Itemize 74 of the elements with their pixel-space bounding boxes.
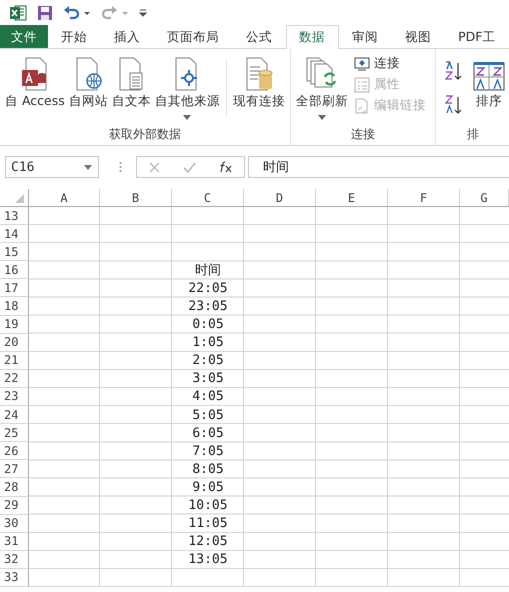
group-label: 连接 — [350, 126, 376, 143]
row-header[interactable]: 19 — [0, 316, 29, 334]
table-cell: 8:05 — [192, 462, 224, 477]
excel-logo-icon[interactable] — [9, 4, 27, 22]
check-icon[interactable] — [182, 162, 196, 172]
group-label: 排 — [466, 126, 480, 143]
row-header[interactable]: 17 — [0, 279, 29, 298]
sort-descending-icon[interactable] — [444, 95, 463, 115]
column-header[interactable]: B — [100, 189, 172, 206]
table-cell: 4:05 — [192, 389, 224, 404]
column-header[interactable]: C — [172, 189, 244, 206]
row-header[interactable]: 15 — [0, 243, 29, 262]
row-header[interactable]: 27 — [0, 460, 29, 478]
connection-icon — [354, 56, 370, 70]
undo-icon[interactable] — [63, 4, 91, 20]
table-cell: 6:05 — [192, 426, 224, 441]
dropdown-arrow-icon[interactable] — [84, 164, 92, 170]
row-header[interactable]: 28 — [0, 478, 29, 496]
column-header[interactable]: E — [316, 189, 388, 206]
ribbon-tab[interactable]: 审阅 — [338, 25, 392, 48]
row-header[interactable]: 16 — [0, 261, 29, 280]
save-icon[interactable] — [37, 4, 53, 20]
customize-icon[interactable] — [139, 8, 147, 18]
ribbon-tab[interactable]: 数据 — [286, 25, 339, 49]
row-header[interactable]: 29 — [0, 496, 29, 515]
ribbon-tab[interactable]: 视图 — [392, 25, 445, 48]
column-header[interactable]: D — [244, 189, 316, 206]
name-box[interactable]: C16 — [5, 156, 99, 178]
table-cell: 2:05 — [192, 353, 224, 368]
ribbon-tab[interactable]: 页面布局 — [154, 25, 233, 48]
table-cell: 22:05 — [188, 280, 228, 296]
row-header[interactable]: 25 — [0, 424, 29, 442]
table-cell: 12:05 — [188, 534, 228, 550]
table-cell: 3:05 — [192, 371, 224, 386]
column-header[interactable]: F — [388, 189, 460, 206]
function-icon[interactable] — [218, 161, 232, 173]
ribbon-tab[interactable]: 公式 — [232, 25, 286, 48]
ribbon-button[interactable]: 自 Access — [3, 55, 67, 121]
table-cell: 11:05 — [188, 516, 228, 532]
sort-ascending-icon[interactable] — [444, 61, 463, 81]
row-header[interactable]: 20 — [0, 334, 29, 352]
row-header[interactable]: 26 — [0, 442, 29, 460]
ribbon-button[interactable]: 自文本 — [110, 55, 153, 121]
ribbon-tab[interactable]: 开始 — [48, 25, 101, 48]
table-cell: 5:05 — [192, 408, 224, 423]
dropdown-arrow-icon[interactable] — [318, 115, 326, 120]
ribbon-button[interactable]: 现有连接 — [230, 55, 287, 121]
ribbon-button[interactable]: 连接 — [354, 55, 426, 72]
sort-icon — [472, 61, 505, 91]
table-cell: 7:05 — [192, 444, 224, 459]
row-header[interactable]: 18 — [0, 297, 29, 316]
formula-field[interactable]: 时间 — [248, 156, 509, 178]
properties-icon — [354, 76, 370, 92]
column-header[interactable]: G — [460, 189, 509, 206]
group-label: 获取外部数据 — [108, 126, 182, 143]
table-cell: 10:05 — [188, 498, 228, 514]
edit-links-icon — [354, 98, 370, 114]
table-cell: 1:05 — [192, 335, 224, 350]
ribbon-button[interactable]: 自其他来源 — [152, 55, 222, 121]
ribbon-button[interactable]: 全部刷新 — [294, 55, 350, 121]
ribbon-tab[interactable]: 插入 — [100, 25, 154, 48]
table-cell: 0:05 — [192, 317, 224, 332]
table-cell: 13:05 — [188, 552, 228, 568]
table-cell: 9:05 — [192, 480, 224, 495]
file-tab[interactable]: 文件 — [0, 25, 48, 48]
dropdown-arrow-icon[interactable] — [183, 115, 192, 120]
ribbon-tab[interactable]: PDF工 — [444, 25, 509, 48]
row-header[interactable]: 30 — [0, 514, 29, 533]
table-cell-text: 时间 — [195, 262, 221, 280]
ribbon-button[interactable]: 自网站 — [66, 55, 110, 121]
column-header[interactable]: A — [29, 189, 100, 206]
ribbon-button[interactable]: 排序 — [470, 55, 507, 121]
grip-icon[interactable] — [119, 160, 122, 174]
table-cell: 23:05 — [188, 299, 228, 314]
